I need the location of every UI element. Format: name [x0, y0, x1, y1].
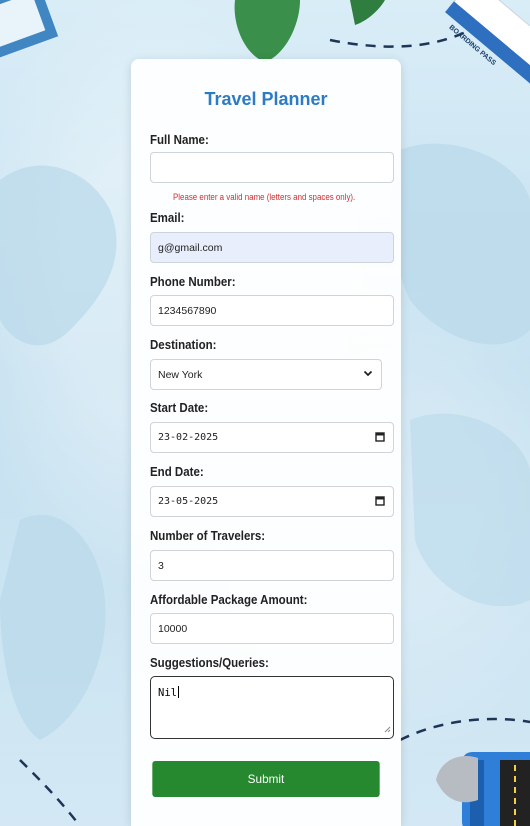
phone-label: Phone Number: [150, 275, 236, 289]
travelers-label: Number of Travelers: [150, 529, 266, 543]
email-label: Email: [150, 211, 185, 225]
destination-select[interactable]: New York [150, 359, 382, 390]
travelers-input[interactable]: 3 [150, 550, 394, 581]
start-date-value: 23-02-2025 [158, 432, 219, 443]
resize-handle-icon[interactable] [384, 724, 391, 736]
queries-text: Nil [158, 687, 177, 699]
package-amount-input[interactable]: 10000 [150, 613, 394, 644]
end-date-label: End Date: [150, 465, 204, 479]
form-title: Travel Planner [204, 89, 328, 109]
start-date-input[interactable]: 23-02-2025 [150, 422, 394, 453]
full-name-input[interactable] [150, 152, 394, 183]
travel-planner-form: Travel Planner Full Name: Please enter a… [131, 59, 401, 826]
full-name-label: Full Name: [150, 133, 209, 147]
queries-label: Suggestions/Queries: [150, 656, 269, 670]
package-amount-label: Affordable Package Amount: [150, 593, 308, 607]
calendar-icon[interactable] [375, 431, 385, 445]
queries-textarea[interactable]: Nil [150, 676, 394, 739]
calendar-icon[interactable] [375, 495, 385, 509]
chevron-down-icon [363, 368, 373, 381]
text-caret [177, 686, 179, 698]
destination-label: Destination: [150, 338, 217, 352]
email-input[interactable]: g@gmail.com [150, 232, 394, 263]
start-date-label: Start Date: [150, 401, 209, 415]
submit-button[interactable]: Submit [152, 761, 380, 797]
full-name-error: Please enter a valid name (letters and s… [173, 192, 356, 202]
end-date-value: 23-05-2025 [158, 496, 219, 507]
end-date-input[interactable]: 23-05-2025 [150, 486, 394, 517]
destination-selected-value: New York [158, 369, 203, 381]
phone-input[interactable]: 1234567890 [150, 295, 394, 326]
